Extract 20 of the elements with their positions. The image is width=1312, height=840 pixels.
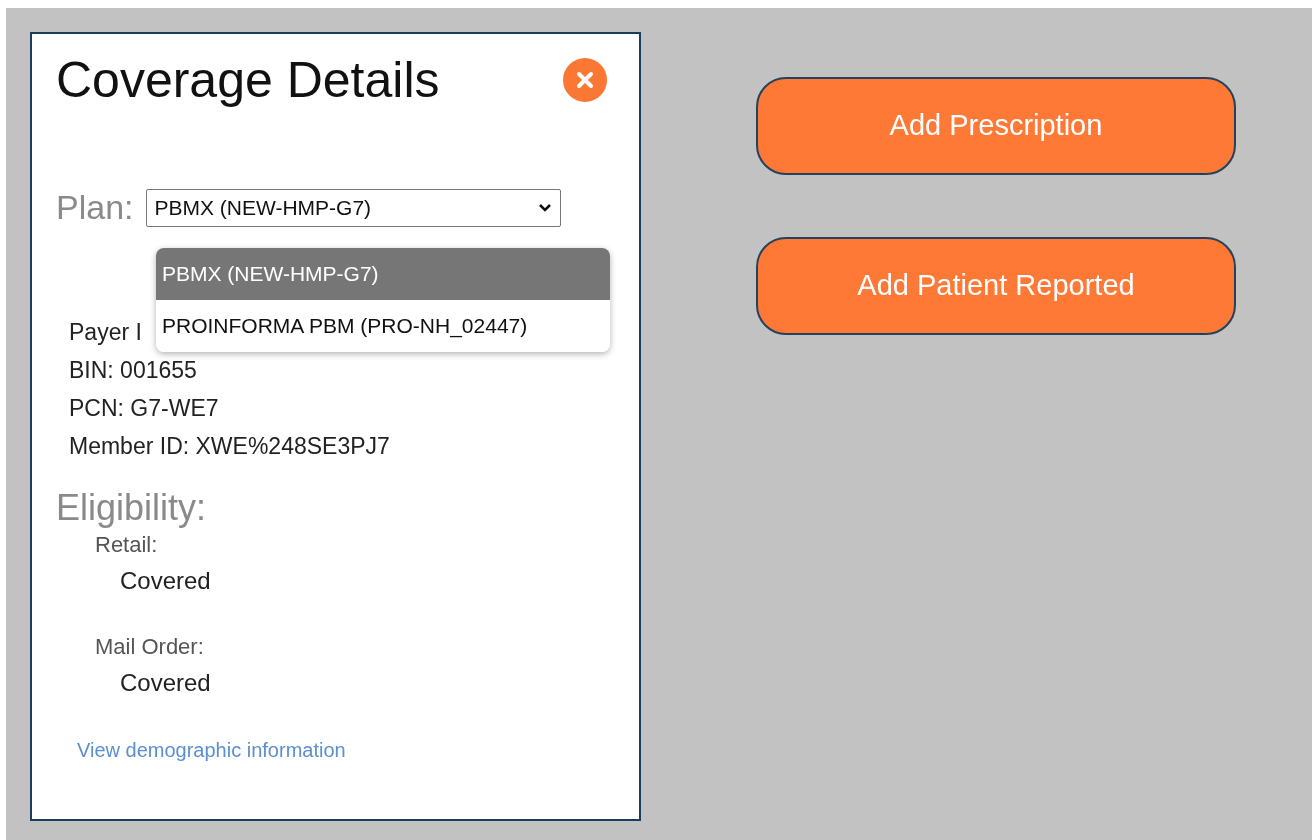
action-button[interactable]: Add Prescription — [756, 77, 1236, 175]
panel-title: Coverage Details — [56, 51, 440, 110]
dropdown-option[interactable]: PROINFORMA PBM (PRO-NH_02447) — [156, 300, 610, 352]
close-icon — [576, 71, 594, 89]
eligibility-label: Retail: — [95, 531, 159, 559]
close-button[interactable] — [563, 58, 607, 102]
plan-select[interactable]: PBMX (NEW-HMP-G7) — [145, 188, 561, 227]
eligibility-value: Covered — [119, 566, 212, 596]
demographic-link[interactable]: View demographic information — [56, 735, 346, 765]
eligibility-label: Mail Order: — [95, 633, 205, 661]
detail-text: Payer I — [69, 320, 142, 345]
detail-text: BIN: 001655 — [69, 358, 197, 383]
chevron-down-icon — [537, 202, 552, 213]
eligibility-heading: Eligibility: — [56, 487, 208, 529]
plan-label: Plan: — [56, 187, 134, 228]
detail-text: Member ID: XWE%248SE3PJ7 — [69, 434, 390, 459]
action-button[interactable]: Add Patient Reported — [756, 237, 1236, 335]
eligibility-value: Covered — [119, 668, 212, 698]
detail-text: PCN: G7-WE7 — [69, 396, 219, 421]
dropdown-option[interactable]: PBMX (NEW-HMP-G7) — [156, 248, 610, 300]
